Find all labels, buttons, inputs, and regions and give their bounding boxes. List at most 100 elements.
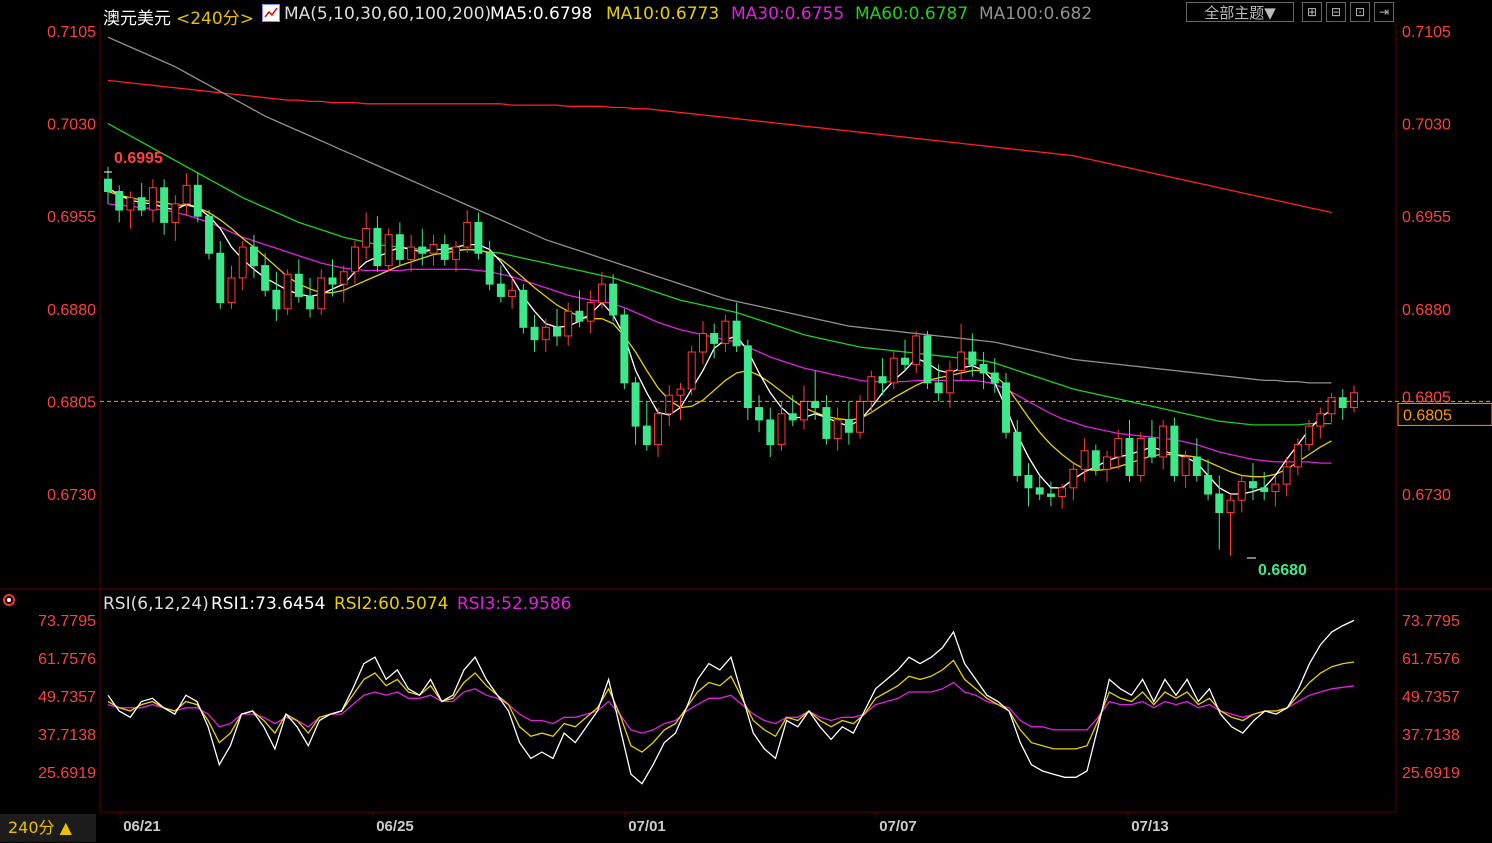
rsi-tick-left: 37.7138 [38, 727, 96, 744]
price-tick-right: 0.7105 [1402, 24, 1451, 41]
rsi-tick-right: 37.7138 [1402, 727, 1460, 744]
candle-up [1316, 413, 1325, 427]
rsi3-line [107, 681, 1355, 734]
candle-down [1204, 474, 1213, 495]
candle-down [485, 252, 494, 285]
candle-up [586, 302, 595, 322]
ma10-line [107, 190, 1332, 478]
candle-up [945, 370, 954, 394]
candle-down [1170, 425, 1179, 476]
price-annotations: 0.68050.6805 0.6995 0.6680 [100, 150, 1492, 579]
grid-icon[interactable]: ⊞ [1302, 2, 1322, 22]
candle-up [1293, 444, 1302, 468]
candle-down [1013, 431, 1022, 476]
x-tick-label: 07/07 [879, 818, 917, 835]
x-tick-label: 07/13 [1131, 818, 1169, 835]
price-tick-left: 0.7105 [47, 24, 96, 41]
candle-down [306, 295, 315, 310]
candle-down [1147, 437, 1156, 458]
expand-icon[interactable]: ⇥ [1374, 2, 1394, 22]
candle-up [687, 351, 696, 390]
candle-down [1002, 382, 1010, 433]
chart-line-icon [264, 7, 278, 18]
candle-down [104, 178, 112, 193]
candle-down [272, 289, 281, 310]
rsi-lines [107, 619, 1355, 785]
x-tick-label: 06/21 [123, 818, 161, 835]
candle-up [676, 388, 685, 396]
ma60-value: MA60:0.6787 [855, 4, 969, 24]
candle-up [1103, 456, 1112, 470]
period-selector-button[interactable]: 240分 ▲ [0, 814, 96, 842]
theme-dropdown-button[interactable]: 全部主题▼ [1186, 2, 1294, 22]
candle-down [261, 265, 270, 291]
x-axis: 06/21 06/25 07/01 07/07 07/13 [119, 812, 1169, 835]
price-tick-left: 0.6880 [47, 302, 96, 319]
ma30-line [107, 203, 1332, 464]
layout-icon[interactable]: ⊡ [1350, 2, 1370, 22]
ma30-value: MA30:0.6755 [731, 4, 845, 24]
gear-icon [3, 594, 15, 606]
candle-down [979, 363, 988, 374]
low-price-label: 0.6680 [1258, 562, 1307, 579]
candle-up [429, 244, 438, 254]
candle-down [1091, 450, 1100, 470]
rsi2-line [107, 659, 1355, 753]
ma100-value: MA100:0.682 [979, 4, 1093, 24]
price-tick-right: 0.6880 [1402, 302, 1451, 319]
candle-up [1181, 456, 1190, 476]
rsi-tick-right: 25.6919 [1402, 765, 1460, 782]
settings-icon[interactable] [2, 592, 16, 606]
split-icon[interactable]: ⊟ [1326, 2, 1346, 22]
candle-down [788, 413, 797, 421]
candle-up [317, 277, 326, 310]
candle-up [126, 197, 135, 211]
candle-down [878, 376, 887, 384]
candle-up [833, 419, 842, 439]
rsi2-value: RSI2:60.5074 [334, 594, 449, 614]
candle-up [597, 283, 606, 304]
candle-down [923, 335, 932, 384]
candle-down [249, 246, 258, 267]
candle-up [665, 394, 674, 415]
ma200-line [107, 79, 1332, 214]
candle-down [474, 221, 483, 254]
candle-down [395, 234, 404, 260]
candle-down [216, 252, 225, 304]
high-price-label: 0.6995 [114, 150, 163, 167]
candle-down [519, 289, 528, 328]
candle-up [1080, 450, 1089, 470]
candle-up [227, 277, 236, 304]
candle-up [407, 246, 416, 260]
candle-up [182, 184, 191, 205]
rsi-y-axis: 73.7795 73.7795 61.7576 61.7576 49.7357 49.73… [38, 613, 1460, 782]
candle-down [1248, 481, 1257, 489]
candle-up [238, 246, 247, 279]
price-tick-left: 0.6955 [47, 209, 96, 226]
candle-down [1215, 493, 1224, 514]
candle-down [193, 184, 202, 217]
candle-up [799, 400, 808, 421]
ma100-line [107, 36, 1332, 384]
candle-up [1114, 437, 1123, 458]
candle-up [1069, 468, 1078, 489]
candle-down [968, 351, 977, 365]
rsi-tick-right: 73.7795 [1402, 613, 1460, 630]
candle-up [698, 332, 707, 353]
candlesticks [104, 166, 1358, 556]
rsi-label: RSI(6,12,24) [103, 594, 209, 614]
candle-down [1192, 456, 1201, 476]
candle-down [1260, 487, 1269, 493]
candle-up [452, 246, 460, 260]
indicator-icon[interactable] [262, 4, 280, 22]
period-label[interactable]: <240分> [176, 4, 254, 29]
current-price-label: 0.6805 [1403, 407, 1452, 424]
candle-up [889, 357, 898, 384]
candle-up [171, 203, 180, 223]
candle-down [811, 400, 820, 409]
symbol-name: 澳元美元 [103, 9, 171, 29]
candle-down [631, 382, 640, 427]
price-tick-right: 0.6955 [1402, 209, 1451, 226]
candle-up [1350, 392, 1358, 409]
candle-down [755, 407, 764, 421]
